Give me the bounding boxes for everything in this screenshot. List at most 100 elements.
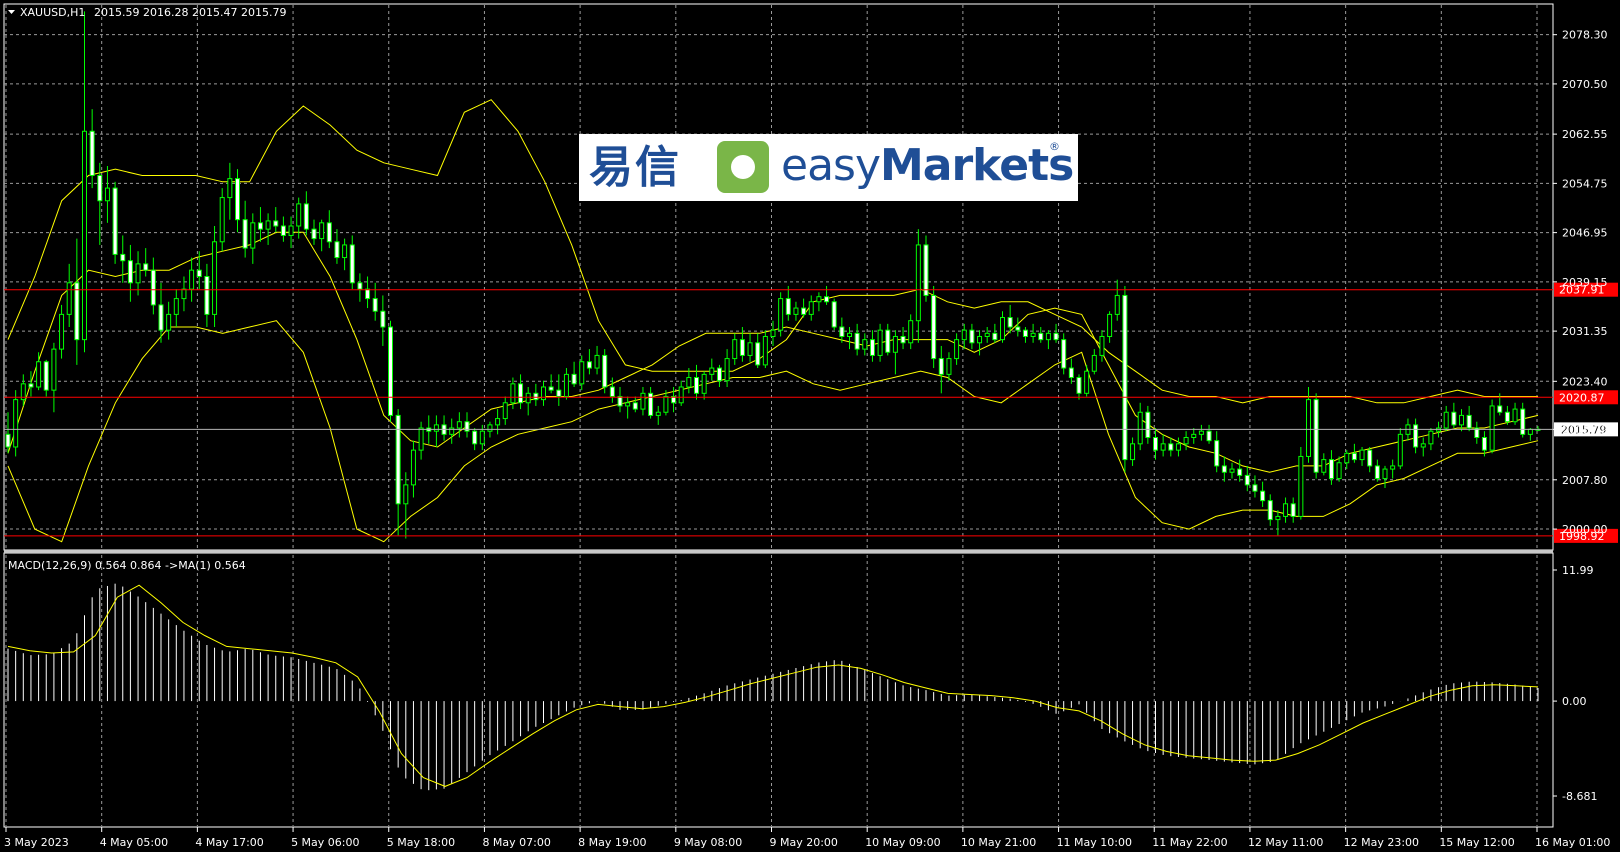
candle-body xyxy=(847,332,852,337)
candle-body xyxy=(1022,329,1028,337)
candle-body xyxy=(785,298,791,315)
time-tick-label: 8 May 07:00 xyxy=(482,836,550,849)
candle-body xyxy=(1145,411,1151,439)
time-tick-label: 10 May 21:00 xyxy=(961,836,1036,849)
macd-tick-label: 0.00 xyxy=(1562,695,1587,708)
candle-body xyxy=(1497,405,1503,413)
candle-body xyxy=(1038,332,1044,341)
candle-body xyxy=(235,178,240,221)
candle-body xyxy=(158,304,164,331)
candle-body xyxy=(816,296,822,303)
candle-body xyxy=(1221,465,1227,473)
candle-body xyxy=(1206,430,1212,442)
candle-body xyxy=(43,361,49,391)
macd-tick-label: 11.99 xyxy=(1562,564,1594,577)
candle-body xyxy=(372,298,378,312)
candle-body xyxy=(510,383,516,404)
candle-body xyxy=(342,244,348,259)
candle-body xyxy=(204,276,210,315)
time-tick-label: 10 May 09:00 xyxy=(865,836,940,849)
candle-body xyxy=(1267,500,1273,521)
candle-body xyxy=(495,418,501,426)
candle-body xyxy=(694,377,699,394)
candle-body xyxy=(388,326,393,416)
candle-body xyxy=(877,329,883,356)
candle-body xyxy=(747,342,753,356)
candle-body xyxy=(931,294,937,360)
candle-body xyxy=(1290,503,1296,517)
candle-body xyxy=(716,367,722,382)
candle-body xyxy=(5,433,11,448)
macd-tick-label: -8.681 xyxy=(1562,790,1597,803)
candle-body xyxy=(1390,465,1396,470)
candle-body xyxy=(648,392,654,416)
candle-body xyxy=(1175,443,1181,451)
candle-body xyxy=(1306,399,1311,457)
candle-body xyxy=(946,358,952,375)
time-tick-label: 12 May 11:00 xyxy=(1248,836,1323,849)
candle-body xyxy=(839,326,845,337)
price-tick-label: 2000.00 xyxy=(1562,523,1608,536)
candle-body xyxy=(173,298,179,315)
candle-body xyxy=(242,219,248,249)
chart-canvas: 2037.912020.871998.922015.79 2078.302070… xyxy=(0,0,1620,852)
candle-body xyxy=(602,354,608,388)
logo-markets: Markets xyxy=(880,140,1074,191)
candle-body xyxy=(303,203,309,230)
candle-body xyxy=(456,421,462,429)
candle-body xyxy=(357,282,363,290)
candle-body xyxy=(365,288,371,300)
candle-body xyxy=(97,174,103,202)
time-tick-label: 5 May 06:00 xyxy=(291,836,359,849)
candle-body xyxy=(59,313,65,350)
candle-body xyxy=(189,269,195,290)
symbol-label: XAUUSD,H1 xyxy=(20,6,85,19)
candle-body xyxy=(1099,335,1105,356)
candle-body xyxy=(594,354,600,369)
candle-body xyxy=(617,395,623,407)
time-tick-label: 5 May 18:00 xyxy=(387,836,455,849)
candle-body xyxy=(625,402,631,407)
candle-body xyxy=(563,373,569,397)
candle-body xyxy=(127,260,133,284)
candle-body xyxy=(1237,468,1243,476)
candle-body xyxy=(82,130,87,341)
candle-body xyxy=(640,392,646,410)
candle-body xyxy=(36,361,42,388)
candle-body xyxy=(1328,459,1334,480)
candle-body xyxy=(969,329,975,344)
candle-body xyxy=(954,339,960,360)
candle-body xyxy=(66,282,72,315)
ohlc-label: 2015.59 2016.28 2015.47 2015.79 xyxy=(94,6,286,19)
candle-body xyxy=(280,225,286,236)
candle-body xyxy=(739,339,745,356)
time-tick-label: 15 May 12:00 xyxy=(1439,836,1514,849)
candle-body xyxy=(1428,430,1434,445)
candle-body xyxy=(1114,294,1120,315)
candle-body xyxy=(632,402,638,410)
candle-body xyxy=(1382,468,1388,480)
hline-price-label: 2020.87 xyxy=(1559,391,1605,404)
candle-body xyxy=(1214,440,1220,467)
candle-body xyxy=(724,358,730,382)
logo-chinese-text: 易信 xyxy=(589,142,681,193)
candle-body xyxy=(938,358,944,375)
price-tick-label: 2031.35 xyxy=(1562,325,1608,338)
time-tick-label: 4 May 17:00 xyxy=(195,836,263,849)
candle-body xyxy=(74,282,80,341)
candle-body xyxy=(1076,377,1082,394)
price-tick-label: 2015.79 xyxy=(1562,423,1608,436)
candle-body xyxy=(885,329,891,353)
candle-body xyxy=(380,310,386,328)
candle-body xyxy=(135,263,141,284)
candle-body xyxy=(1275,515,1281,521)
candle-body xyxy=(1489,405,1495,451)
candle-body xyxy=(311,228,317,240)
candle-body xyxy=(1504,411,1510,423)
candle-body xyxy=(1084,370,1090,394)
time-tick-label: 9 May 20:00 xyxy=(770,836,838,849)
candle-body xyxy=(609,386,615,397)
candle-body xyxy=(908,320,914,344)
candle-body xyxy=(977,335,983,344)
candle-body xyxy=(686,377,692,388)
